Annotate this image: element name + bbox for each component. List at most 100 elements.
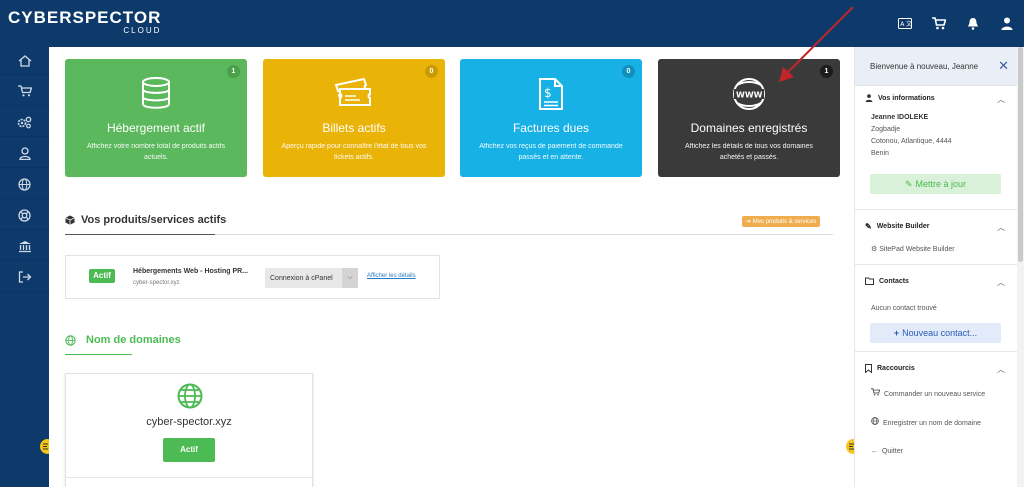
svg-text:$: $ xyxy=(544,86,552,100)
sitepad-link[interactable]: ⚙ SitePad Website Builder xyxy=(855,244,1017,256)
shortcut-order-service-label: Commander un nouveau service xyxy=(883,391,986,398)
left-sidebar xyxy=(0,47,55,487)
cube-icon xyxy=(65,215,75,225)
invoice-icon: $ xyxy=(539,78,563,110)
plus-icon: + xyxy=(893,328,900,338)
support-icon xyxy=(18,208,31,222)
info-section-title: Vos informations xyxy=(878,94,935,102)
product-name[interactable]: Hébergements Web - Hosting PR... xyxy=(133,268,248,275)
domain-status-button[interactable]: Actif xyxy=(163,438,215,462)
pencil-icon: ✎ xyxy=(904,178,913,189)
shortcut-register-domain-label: Enregistrer un nom de domaine xyxy=(882,420,982,427)
tile-title: Billets actifs xyxy=(322,121,386,135)
tile-icon: $ xyxy=(460,77,642,111)
shortcut-register-domain[interactable]: Enregistrer un nom de domaine xyxy=(855,417,1017,430)
tile-description: Affichez vos reçus de paiement de comman… xyxy=(479,143,623,161)
update-label: Mettre à jour xyxy=(915,179,967,189)
tile-title: Hébergement actif xyxy=(106,121,206,135)
products-section-title: Vos produits/services actifs xyxy=(65,214,226,226)
tile-active-tickets[interactable]: 0 Billets actifs Aperçu rapide pour conn… xyxy=(263,59,445,177)
translate-icon[interactable]: A文 xyxy=(888,0,922,47)
domains-section-title: Nom de domaines xyxy=(65,334,181,346)
address-line-3: Benin xyxy=(871,150,889,157)
database-icon xyxy=(142,77,170,109)
nav-billing[interactable] xyxy=(0,232,49,261)
view-details-link[interactable]: Afficher les détails xyxy=(367,273,416,279)
chevron-up-icon[interactable]: ︿ xyxy=(997,222,1005,233)
nav-services[interactable] xyxy=(0,108,49,137)
new-contact-button[interactable]: + Nouveau contact... xyxy=(870,323,1001,343)
address-line-2: Cotonou, Atlantique, 4444 xyxy=(871,138,952,145)
user-icon xyxy=(18,146,31,160)
top-icons: A文 xyxy=(888,0,1024,47)
product-status-badge: Actif xyxy=(89,269,115,283)
contacts-section: Contacts ︿ Aucun contact trouvé + Nouvea… xyxy=(855,264,1017,351)
close-icon[interactable]: ✕ xyxy=(998,58,1009,74)
brand-logo[interactable]: CYBERSPECTOR CLOUD xyxy=(8,8,162,36)
scrollbar-thumb[interactable] xyxy=(1018,47,1023,262)
page-scrollbar[interactable] xyxy=(1017,47,1024,487)
website-builder-header[interactable]: ✎ Website Builder xyxy=(855,214,1017,238)
main-content: 1 Hébergement actif Affichez votre nombr… xyxy=(49,7,861,487)
website-builder-section: ✎ Website Builder ︿ ⚙ SitePad Website Bu… xyxy=(855,209,1017,264)
tile-description: Affichez les détails de tous vos domaine… xyxy=(685,143,813,161)
right-panel: Bienvenue à nouveau, Jeanne ✕ Vos inform… xyxy=(854,47,1017,487)
domain-name: cyber-spector.xyz xyxy=(146,416,232,428)
chevron-up-icon[interactable]: ︿ xyxy=(997,94,1005,105)
chevron-up-icon[interactable]: ︿ xyxy=(997,277,1005,288)
welcome-header: Bienvenue à nouveau, Jeanne ✕ xyxy=(855,47,1017,85)
chevron-up-icon[interactable]: ︿ xyxy=(997,364,1005,375)
tile-title: Domaines enregistrés xyxy=(690,121,808,135)
svg-text:WWW: WWW xyxy=(736,91,763,100)
bank-icon xyxy=(18,240,31,252)
tile-icon xyxy=(263,77,445,111)
chevron-down-icon[interactable]: ⌵ xyxy=(342,268,358,288)
update-button[interactable]: ✎ Mettre à jour xyxy=(870,174,1001,194)
shortcut-logout[interactable]: ← Quitter xyxy=(855,446,1017,458)
tile-invoices-due[interactable]: 0 $ Factures dues Affichez vos reçus de … xyxy=(460,59,642,177)
cpanel-login-button[interactable]: Connexion à cPanel ⌵ xyxy=(265,268,358,288)
svg-text:A: A xyxy=(900,21,905,28)
nav-support[interactable] xyxy=(0,201,49,230)
shortcut-order-service[interactable]: Commander un nouveau service xyxy=(855,388,1017,401)
folder-icon xyxy=(865,277,874,285)
address-line-1: Zogbadje xyxy=(871,126,901,133)
info-section-header[interactable]: Vos informations xyxy=(855,86,1017,110)
ticket-icon xyxy=(334,77,371,106)
contacts-title: Contacts xyxy=(879,277,909,285)
user-icon xyxy=(865,94,873,102)
gears-icon xyxy=(17,116,32,128)
shortcuts-section: Raccourcis ︿ Commander un nouveau servic… xyxy=(855,351,1017,461)
tile-description: Affichez votre nombre total de produits … xyxy=(87,143,225,161)
cpanel-login-label: Connexion à cPanel xyxy=(270,274,333,282)
brand-name: CYBERSPECTOR xyxy=(8,8,162,27)
shortcuts-header[interactable]: Raccourcis xyxy=(855,356,1017,380)
globe-icon xyxy=(65,334,76,346)
arrow-right-icon: ➔ xyxy=(746,219,752,225)
globe-icon xyxy=(871,417,879,425)
user-icon[interactable] xyxy=(990,0,1024,47)
wand-icon: ⚙ xyxy=(871,246,878,253)
cart-icon xyxy=(871,388,881,396)
www-globe-icon: WWW xyxy=(733,78,765,110)
tile-title: Factures dues xyxy=(512,121,590,135)
nav-domains[interactable] xyxy=(0,170,49,199)
nav-logout[interactable] xyxy=(0,263,49,292)
bell-icon[interactable] xyxy=(956,0,990,47)
welcome-text: Bienvenue à nouveau, Jeanne xyxy=(870,61,979,71)
nav-cart[interactable] xyxy=(0,77,49,106)
domains-title-text: Nom de domaines xyxy=(86,334,181,346)
bookmark-icon xyxy=(865,363,872,373)
domain-card: cyber-spector.xyz Actif xyxy=(65,373,313,487)
globe-icon xyxy=(177,383,203,409)
my-products-button[interactable]: ➔ Mes produits & services xyxy=(742,216,821,227)
nav-home[interactable] xyxy=(0,47,49,75)
tile-active-hosting[interactable]: 1 Hébergement actif Affichez votre nombr… xyxy=(65,59,247,177)
nav-account[interactable] xyxy=(0,139,49,168)
product-card: Actif Hébergements Web - Hosting PR... c… xyxy=(65,255,440,299)
contacts-header[interactable]: Contacts xyxy=(855,269,1017,293)
pencil-icon: ✎ xyxy=(865,221,872,231)
cart-icon[interactable] xyxy=(922,0,956,47)
website-builder-title: Website Builder xyxy=(876,222,930,230)
domains-underline xyxy=(65,354,132,355)
